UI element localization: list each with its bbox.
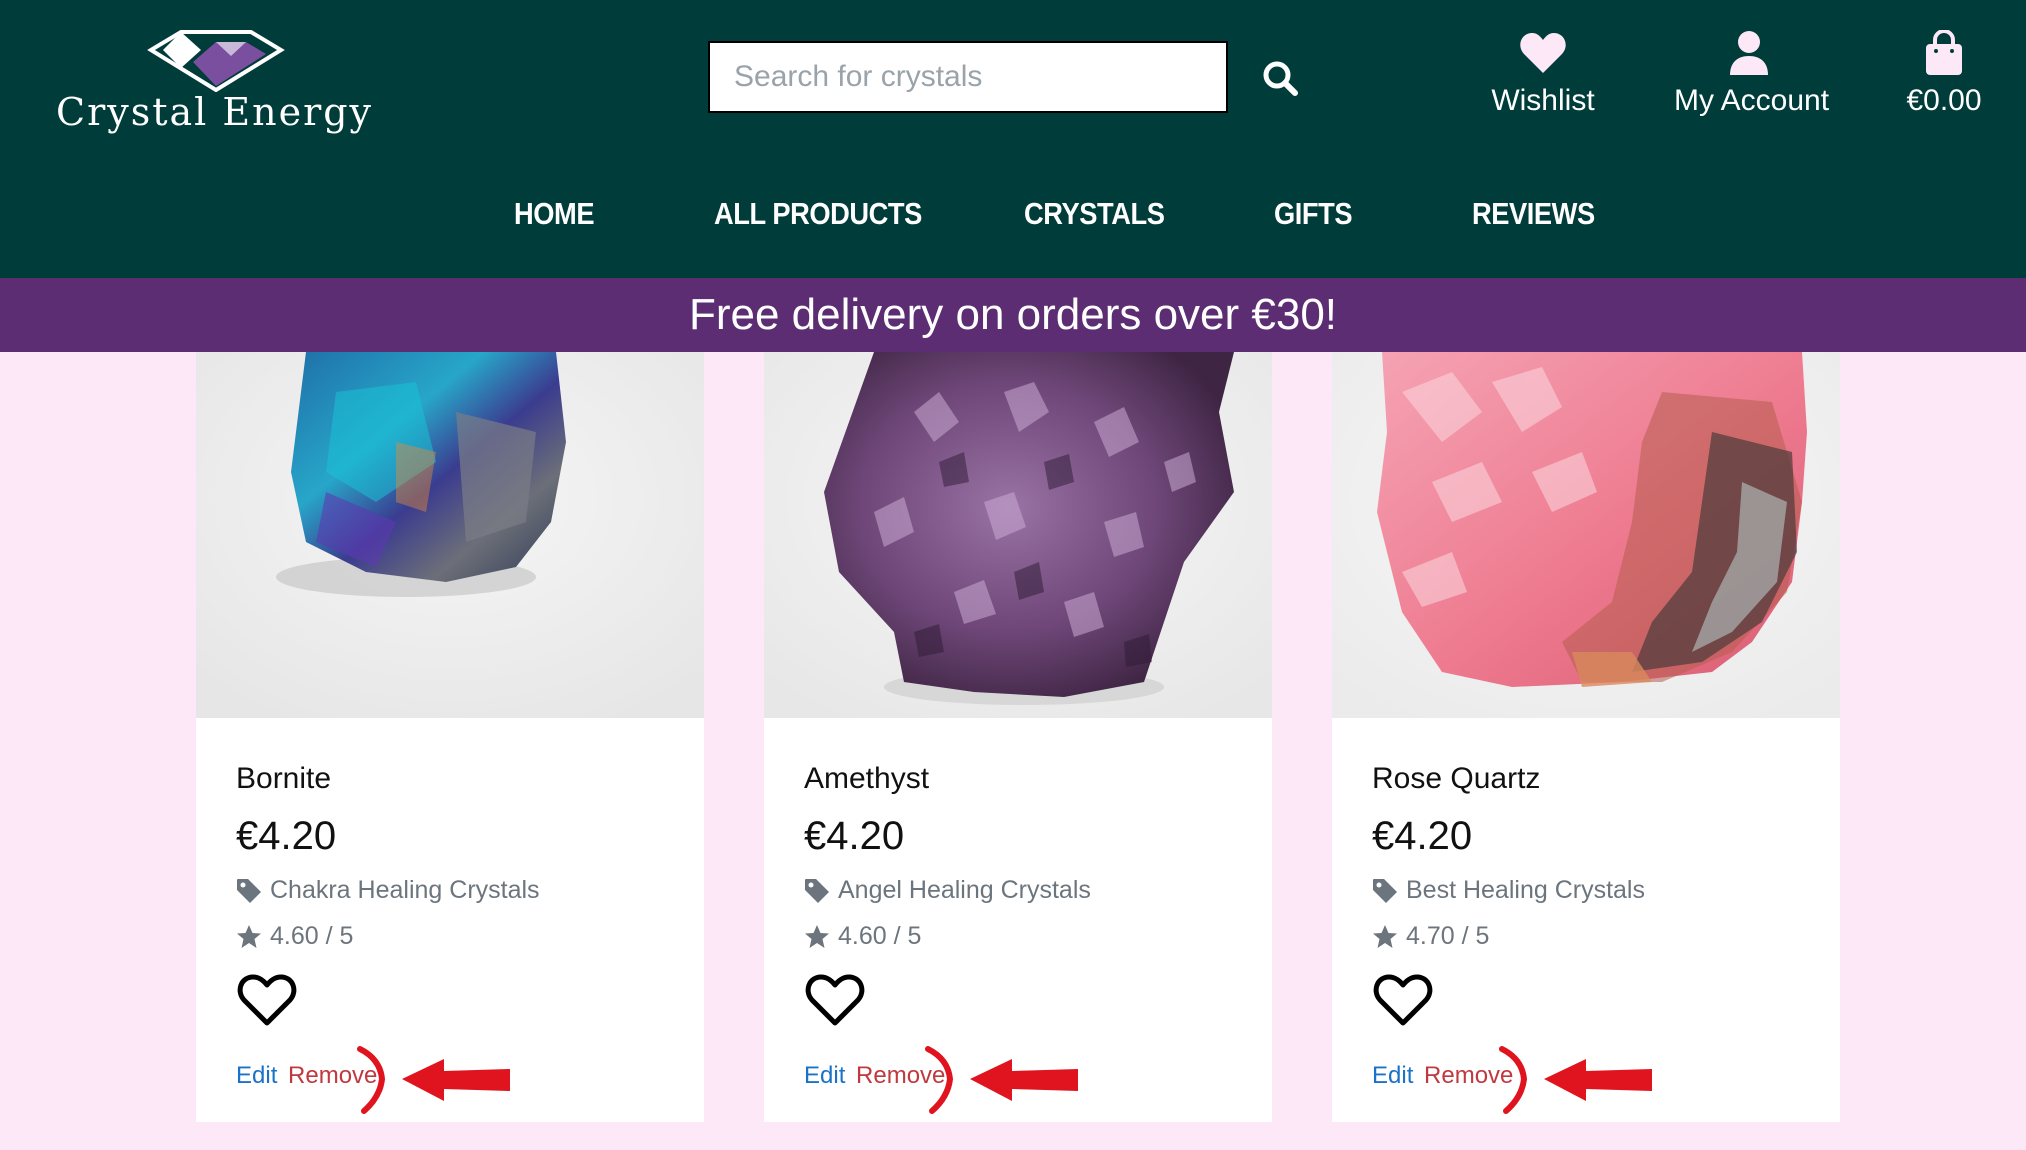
product-image[interactable]: [1332, 352, 1840, 718]
heart-outline-icon[interactable]: [236, 972, 298, 1028]
product-price: €4.20: [1372, 814, 1473, 858]
heart-outline-icon[interactable]: [1372, 972, 1434, 1028]
product-rating-value: 4.70 / 5: [1406, 922, 1490, 950]
shopping-bag-icon: [1926, 30, 1962, 75]
product-name[interactable]: Rose Quartz: [1372, 762, 1540, 796]
logo-text: Crystal Energy: [56, 90, 374, 134]
edit-link[interactable]: Edit: [804, 1062, 845, 1089]
nav-crystals[interactable]: CRYSTALS: [1024, 196, 1165, 232]
star-icon: [237, 924, 261, 948]
heart-icon: [1520, 33, 1566, 73]
search-box: [708, 41, 1228, 113]
product-rating: 4.60 / 5: [804, 922, 921, 951]
my-account-label: My Account: [1674, 84, 1830, 117]
product-card: Rose Quartz €4.20 Best Healing Crystals …: [1332, 352, 1840, 1122]
product-category-label: Angel Healing Crystals: [838, 876, 1091, 904]
tag-icon: [1373, 878, 1397, 903]
product-rating-value: 4.60 / 5: [270, 922, 354, 950]
product-rating: 4.70 / 5: [1372, 922, 1489, 951]
tag-icon: [805, 878, 829, 903]
search-icon[interactable]: [1260, 58, 1300, 98]
annotation-arrow-icon: [925, 1046, 1078, 1114]
edit-link[interactable]: Edit: [1372, 1062, 1413, 1089]
product-category[interactable]: Chakra Healing Crystals: [236, 876, 540, 905]
crystal-logo-icon: [147, 30, 285, 92]
product-image[interactable]: [196, 352, 704, 718]
nav-all-products[interactable]: ALL PRODUCTS: [714, 196, 922, 232]
product-category-label: Chakra Healing Crystals: [270, 876, 540, 904]
heart-outline-icon[interactable]: [804, 972, 866, 1028]
product-price: €4.20: [804, 814, 905, 858]
product-category[interactable]: Angel Healing Crystals: [804, 876, 1091, 905]
wishlist-link[interactable]: Wishlist: [1488, 28, 1598, 128]
nav-reviews[interactable]: REVIEWS: [1472, 196, 1595, 232]
annotation-arrow-icon: [357, 1046, 510, 1114]
main-nav: HOME ALL PRODUCTS CRYSTALS GIFTS REVIEWS: [0, 196, 2026, 246]
product-rating-value: 4.60 / 5: [838, 922, 922, 950]
site-header: Crystal Energy Wishlist My Account: [0, 0, 2026, 278]
nav-home[interactable]: HOME: [514, 196, 595, 232]
product-admin-actions: Edit Remove: [1372, 1062, 1513, 1090]
star-icon: [805, 924, 829, 948]
my-account-link[interactable]: My Account: [1674, 28, 1830, 128]
search-input[interactable]: [710, 43, 1226, 111]
nav-gifts[interactable]: GIFTS: [1274, 196, 1353, 232]
wishlist-label: Wishlist: [1491, 84, 1595, 117]
product-card: Bornite €4.20 Chakra Healing Crystals 4.…: [196, 352, 704, 1122]
product-rating: 4.60 / 5: [236, 922, 353, 951]
delivery-banner: Free delivery on orders over €30!: [0, 278, 2026, 352]
edit-link[interactable]: Edit: [236, 1062, 277, 1089]
tag-icon: [237, 878, 261, 903]
product-category-label: Best Healing Crystals: [1406, 876, 1645, 904]
cart-link[interactable]: €0.00: [1900, 28, 1988, 128]
site-logo[interactable]: Crystal Energy: [56, 28, 376, 138]
amethyst-crystal-image: [764, 352, 1272, 718]
star-icon: [1373, 924, 1397, 948]
product-name[interactable]: Bornite: [236, 762, 331, 796]
product-image[interactable]: [764, 352, 1272, 718]
product-name[interactable]: Amethyst: [804, 762, 929, 796]
product-card: Amethyst €4.20 Angel Healing Crystals 4.…: [764, 352, 1272, 1122]
annotation-arrow-icon: [1499, 1046, 1652, 1114]
cart-total: €0.00: [1906, 84, 1982, 117]
rose-quartz-crystal-image: [1332, 352, 1840, 718]
user-icon: [1730, 31, 1768, 75]
product-category[interactable]: Best Healing Crystals: [1372, 876, 1645, 905]
product-price: €4.20: [236, 814, 337, 858]
bornite-crystal-image: [196, 352, 704, 718]
